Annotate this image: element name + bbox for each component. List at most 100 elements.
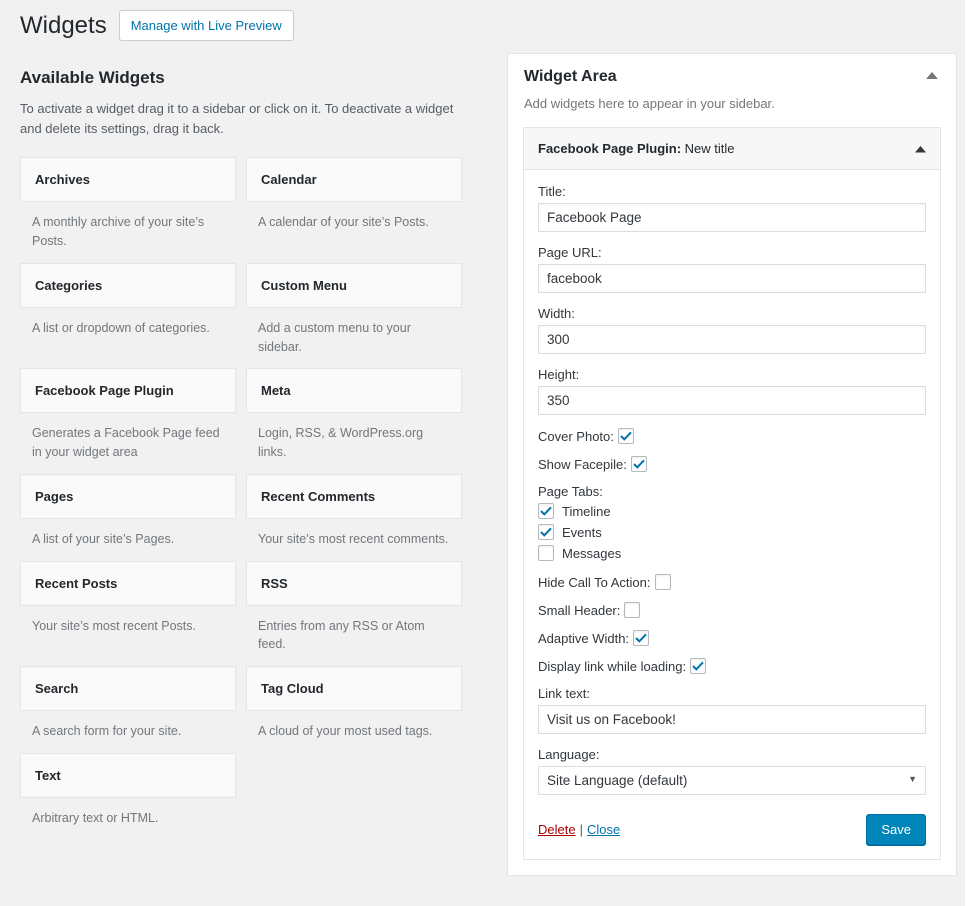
page-tab-checkbox-timeline[interactable] [538,503,554,519]
available-widget-description: Your site’s most recent comments. [246,519,462,561]
available-widget-search[interactable]: Search [20,666,236,711]
available-widget-description: Add a custom menu to your sidebar. [246,308,462,369]
cover-photo-label: Cover Photo: [538,429,614,444]
facebook-page-plugin-widget: Facebook Page Plugin: New title Title: P… [523,127,941,860]
title-label: Title: [538,184,926,199]
width-label: Width: [538,306,926,321]
widget-cell: CategoriesA list or dropdown of categori… [20,263,236,369]
widget-panel-instance-title: New title [685,141,735,156]
available-widgets-column: Widgets Manage with Live Preview Availab… [20,0,482,840]
available-widget-description: Your site’s most recent Posts. [20,606,236,648]
available-widget-description: Arbitrary text or HTML. [20,798,236,840]
cover-photo-checkbox[interactable] [618,428,634,444]
available-widget-text[interactable]: Text [20,753,236,798]
available-widget-calendar[interactable]: Calendar [246,157,462,202]
available-widget-rss[interactable]: RSS [246,561,462,606]
language-select[interactable]: Site Language (default) [538,766,926,795]
page-title: Widgets [20,10,107,41]
widget-area-description: Add widgets here to appear in your sideb… [524,96,940,111]
adaptive-width-checkbox[interactable] [633,630,649,646]
widget-cell: Recent PostsYour site’s most recent Post… [20,561,236,667]
height-field-group: Height: [538,367,926,415]
widget-panel-name: Facebook Page Plugin: [538,141,681,156]
available-widget-description: A calendar of your site’s Posts. [246,202,462,244]
title-field-group: Title: [538,184,926,232]
available-widgets-description: To activate a widget drag it to a sideba… [20,99,460,139]
small-header-checkbox[interactable] [624,602,640,618]
available-widget-pages[interactable]: Pages [20,474,236,519]
cover-photo-row: Cover Photo: [538,428,926,444]
page-tab-label: Events [562,525,602,540]
available-widget-description: Entries from any RSS or Atom feed. [246,606,462,667]
height-label: Height: [538,367,926,382]
delete-link[interactable]: Delete [538,822,576,837]
available-widget-archives[interactable]: Archives [20,157,236,202]
page-header: Widgets Manage with Live Preview [20,0,482,41]
available-widget-description: Login, RSS, & WordPress.org links. [246,413,462,474]
page-url-input[interactable] [538,264,926,293]
available-widget-recent-comments[interactable]: Recent Comments [246,474,462,519]
available-widget-description: A list or dropdown of categories. [20,308,236,350]
width-input[interactable] [538,325,926,354]
widget-cell: Facebook Page PluginGenerates a Facebook… [20,368,236,474]
display-link-label: Display link while loading: [538,659,686,674]
available-widget-description: Generates a Facebook Page feed in your w… [20,413,236,474]
page-tabs-label: Page Tabs: [538,484,926,499]
adaptive-width-label: Adaptive Width: [538,631,629,646]
link-separator: | [580,822,583,837]
available-widgets-heading: Available Widgets [20,68,482,88]
page-tab-checkbox-messages[interactable] [538,545,554,561]
caret-up-icon[interactable] [922,66,942,86]
display-link-checkbox[interactable] [690,658,706,674]
page-tabs-group: Page Tabs: Timeline Events Messages [538,484,926,561]
height-input[interactable] [538,386,926,415]
available-widget-categories[interactable]: Categories [20,263,236,308]
page-url-label: Page URL: [538,245,926,260]
page-tab-row: Events [538,524,926,540]
available-widget-description: A cloud of your most used tags. [246,711,462,753]
title-input[interactable] [538,203,926,232]
widget-cell: CalendarA calendar of your site’s Posts. [246,157,462,263]
page-url-field-group: Page URL: [538,245,926,293]
available-widget-custom-menu[interactable]: Custom Menu [246,263,462,308]
small-header-label: Small Header: [538,603,620,618]
language-label: Language: [538,747,926,762]
available-widget-tag-cloud[interactable]: Tag Cloud [246,666,462,711]
available-widget-recent-posts[interactable]: Recent Posts [20,561,236,606]
hide-cta-row: Hide Call To Action: [538,574,926,590]
save-button[interactable]: Save [866,814,926,845]
caret-up-icon[interactable] [910,139,930,159]
show-facepile-label: Show Facepile: [538,457,627,472]
show-facepile-checkbox[interactable] [631,456,647,472]
show-facepile-row: Show Facepile: [538,456,926,472]
available-widget-description: A search form for your site. [20,711,236,753]
widget-cell: Recent CommentsYour site’s most recent c… [246,474,462,561]
page-tab-row: Messages [538,545,926,561]
page-scrollbar[interactable] [965,0,972,906]
widget-settings-form: Title: Page URL: Width: Height: Cover Ph [524,170,940,859]
widget-cell: ArchivesA monthly archive of your site’s… [20,157,236,263]
widget-cell: TextArbitrary text or HTML. [20,753,236,840]
page-tab-row: Timeline [538,503,926,519]
page-tab-label: Messages [562,546,621,561]
available-widget-description: A monthly archive of your site’s Posts. [20,202,236,263]
link-text-label: Link text: [538,686,926,701]
adaptive-width-row: Adaptive Width: [538,630,926,646]
widget-area-header: Widget Area Add widgets here to appear i… [508,54,956,127]
widget-cell: PagesA list of your site’s Pages. [20,474,236,561]
manage-with-live-preview-button[interactable]: Manage with Live Preview [119,10,294,41]
widget-cell: Tag CloudA cloud of your most used tags. [246,666,462,753]
available-widget-facebook-page-plugin[interactable]: Facebook Page Plugin [20,368,236,413]
widget-cell: SearchA search form for your site. [20,666,236,753]
hide-cta-checkbox[interactable] [655,574,671,590]
page-tab-label: Timeline [562,504,611,519]
link-text-input[interactable] [538,705,926,734]
small-header-row: Small Header: [538,602,926,618]
available-widget-description: A list of your site’s Pages. [20,519,236,561]
widget-area-panel: Widget Area Add widgets here to appear i… [507,53,957,876]
widget-panel-header[interactable]: Facebook Page Plugin: New title [524,128,940,170]
page-tab-checkbox-events[interactable] [538,524,554,540]
available-widget-meta[interactable]: Meta [246,368,462,413]
hide-cta-label: Hide Call To Action: [538,575,651,590]
close-link[interactable]: Close [587,822,620,837]
